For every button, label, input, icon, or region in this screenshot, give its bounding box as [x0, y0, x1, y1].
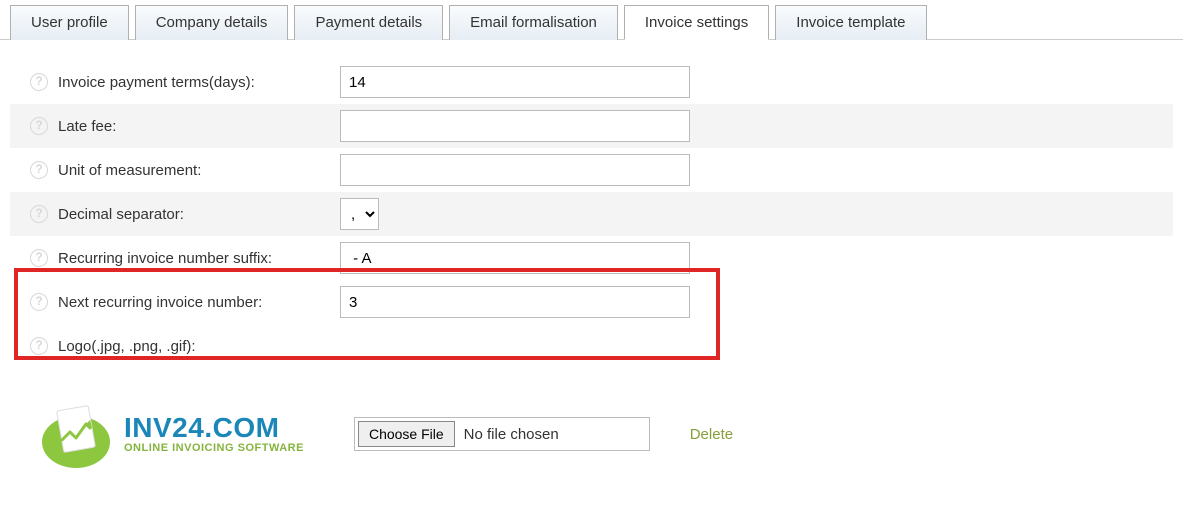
row-next-recurring: Next recurring invoice number:: [10, 280, 1173, 324]
label-unit: Unit of measurement:: [58, 162, 201, 179]
help-icon[interactable]: [30, 249, 48, 267]
choose-file-button[interactable]: Choose File: [358, 421, 455, 447]
input-unit[interactable]: [340, 154, 690, 186]
tab-company-details[interactable]: Company details: [135, 5, 289, 40]
help-icon[interactable]: [30, 161, 48, 179]
input-recurring-suffix[interactable]: [340, 242, 690, 274]
delete-link[interactable]: Delete: [690, 426, 733, 443]
input-next-recurring[interactable]: [340, 286, 690, 318]
tabs-bar: User profile Company details Payment det…: [0, 0, 1183, 40]
input-late-fee[interactable]: [340, 110, 690, 142]
brand-name: INV24.COM: [124, 414, 304, 442]
row-unit: Unit of measurement:: [10, 148, 1173, 192]
label-late-fee: Late fee:: [58, 118, 116, 135]
tab-invoice-settings[interactable]: Invoice settings: [624, 5, 769, 40]
label-logo: Logo(.jpg, .png, .gif):: [58, 338, 196, 355]
row-late-fee: Late fee:: [10, 104, 1173, 148]
tab-invoice-template[interactable]: Invoice template: [775, 5, 926, 40]
input-payment-terms[interactable]: [340, 66, 690, 98]
row-decimal-separator: Decimal separator: ,: [10, 192, 1173, 236]
help-icon[interactable]: [30, 73, 48, 91]
file-picker[interactable]: Choose File No file chosen: [354, 417, 650, 451]
help-icon[interactable]: [30, 117, 48, 135]
row-payment-terms: Invoice payment terms(days):: [10, 60, 1173, 104]
form-area: Invoice payment terms(days): Late fee: U…: [0, 40, 1183, 510]
file-area: Choose File No file chosen Delete: [354, 417, 733, 451]
label-next-recurring: Next recurring invoice number:: [58, 294, 262, 311]
logo-section: INV24.COM ONLINE INVOICING SOFTWARE Choo…: [10, 368, 1173, 480]
row-logo: Logo(.jpg, .png, .gif):: [10, 324, 1173, 368]
brand-tagline: ONLINE INVOICING SOFTWARE: [124, 442, 304, 454]
brand-logo: INV24.COM ONLINE INVOICING SOFTWARE: [40, 398, 304, 470]
tab-email-formalisation[interactable]: Email formalisation: [449, 5, 618, 40]
label-payment-terms: Invoice payment terms(days):: [58, 74, 255, 91]
label-recurring-suffix: Recurring invoice number suffix:: [58, 250, 272, 267]
select-decimal-separator[interactable]: ,: [340, 198, 379, 230]
tab-payment-details[interactable]: Payment details: [294, 5, 443, 40]
tab-user-profile[interactable]: User profile: [10, 5, 129, 40]
help-icon[interactable]: [30, 337, 48, 355]
logo-icon: [40, 398, 112, 470]
help-icon[interactable]: [30, 293, 48, 311]
row-recurring-suffix: Recurring invoice number suffix:: [10, 236, 1173, 280]
file-status: No file chosen: [464, 426, 559, 443]
help-icon[interactable]: [30, 205, 48, 223]
label-decimal-separator: Decimal separator:: [58, 206, 184, 223]
